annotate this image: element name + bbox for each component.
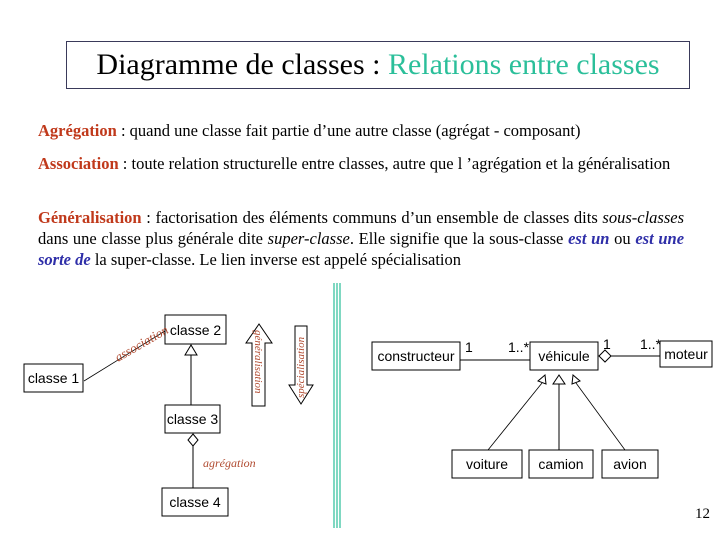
voiture-generalisation-line bbox=[487, 382, 543, 451]
avion-label: avion bbox=[613, 456, 646, 472]
class-box-vehicule: véhicule bbox=[529, 341, 599, 371]
class-box-2: classe 2 bbox=[164, 314, 227, 345]
inheritance-triangle-camion-icon bbox=[552, 374, 566, 385]
class-1-label: classe 1 bbox=[28, 370, 80, 386]
class-3-label: classe 3 bbox=[167, 411, 219, 427]
aggregation-label: agrégation bbox=[203, 456, 256, 470]
page-number: 12 bbox=[695, 506, 710, 522]
association-label: association bbox=[112, 322, 171, 365]
class-box-4: classe 4 bbox=[161, 487, 229, 517]
inheritance-triangle-voiture-icon bbox=[537, 374, 547, 385]
aggregation-diamond-icon bbox=[187, 433, 199, 447]
multiplicity-vehicule-left: 1..* bbox=[508, 339, 530, 355]
vehicule-label: véhicule bbox=[538, 348, 590, 364]
avion-generalisation-line bbox=[575, 382, 626, 451]
class-box-voiture: voiture bbox=[451, 449, 523, 479]
class-box-avion: avion bbox=[601, 449, 659, 479]
generalisation-arrow-icon: généralisation bbox=[245, 323, 273, 407]
class-box-constructeur: constructeur bbox=[371, 341, 461, 371]
class-box-camion: camion bbox=[528, 449, 594, 479]
class-box-moteur: moteur bbox=[659, 340, 713, 368]
generalisation-label: généralisation bbox=[252, 330, 264, 394]
inheritance-triangle-avion-icon bbox=[571, 374, 581, 385]
multiplicity-vehicule-right: 1 bbox=[603, 336, 611, 352]
diagrams: classe 1 classe 2 association classe 3 a… bbox=[23, 283, 713, 528]
class-box-3: classe 3 bbox=[164, 404, 221, 434]
generalisation-triangle-icon bbox=[184, 344, 198, 356]
moteur-label: moteur bbox=[664, 346, 708, 362]
specialisation-arrow-icon: spécialisation bbox=[288, 325, 314, 405]
multiplicity-constructeur: 1 bbox=[465, 339, 473, 355]
specialisation-label: spécialisation bbox=[295, 336, 307, 398]
voiture-label: voiture bbox=[466, 456, 508, 472]
separator bbox=[333, 283, 341, 528]
class-2-label: classe 2 bbox=[170, 322, 222, 338]
camion-label: camion bbox=[538, 456, 583, 472]
class-box-1: classe 1 bbox=[23, 363, 84, 393]
multiplicity-moteur: 1..* bbox=[640, 336, 662, 352]
constructeur-label: constructeur bbox=[377, 348, 454, 364]
class-4-label: classe 4 bbox=[169, 494, 221, 510]
